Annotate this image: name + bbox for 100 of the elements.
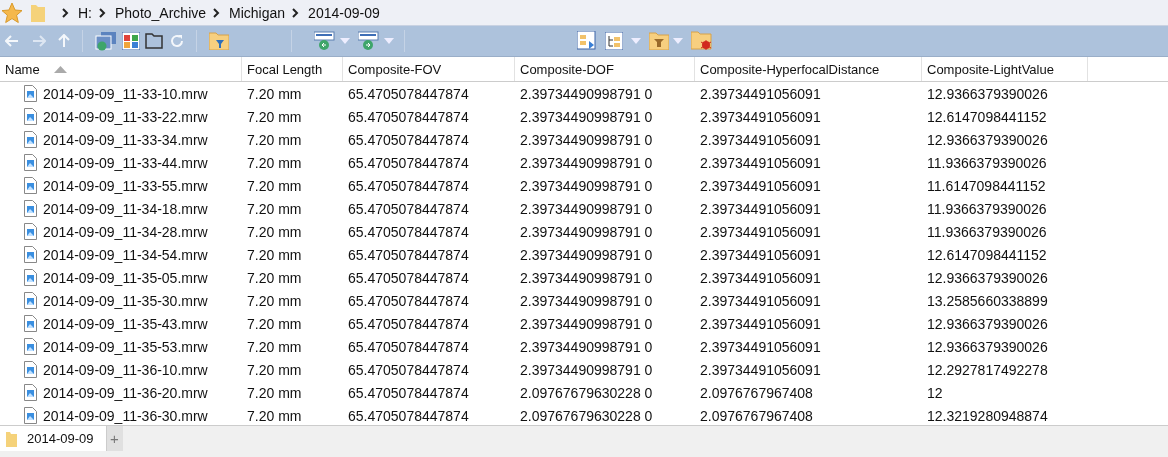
table-cell-text: 13.2585660338899 [926,291,1049,311]
folder-outline-icon[interactable] [145,33,163,49]
caret-icon[interactable] [631,38,641,44]
tiles-icon[interactable] [122,32,140,50]
table-cell-text: 2.0976767967408 [699,406,814,426]
file-name[interactable]: 2014-09-09_11-36-20.mrw [43,384,208,401]
file-name[interactable]: 2014-09-09_11-33-44.mrw [43,154,208,171]
file-name[interactable]: 2014-09-09_11-33-55.mrw [43,177,208,194]
file-name[interactable]: 2014-09-09_11-34-54.mrw [43,246,208,263]
folder-funnel-icon[interactable] [649,32,669,50]
back-arrow-icon[interactable] [5,35,19,47]
table-cell-text: 7.20 mm [246,383,303,403]
up-arrow-icon[interactable] [58,34,70,48]
file-name[interactable]: 2014-09-09_11-35-43.mrw [43,315,208,332]
table-cell-text: 2.39734491056091 [699,268,822,288]
table-cell-text: 65.4705078447874 [347,222,470,242]
table-cell-text: 11.9366379390026 [926,222,1048,242]
caret-icon[interactable] [673,38,683,44]
table-cell-text: 65.4705078447874 [347,383,470,403]
tree-panel-icon[interactable] [577,31,597,51]
table-cell-text: 2.39734491056091 [699,360,822,380]
image-file-icon [24,131,37,148]
table-cell-text: 12.9366379390026 [926,84,1049,104]
drive-forward-icon[interactable] [358,31,380,51]
image-file-icon [24,177,37,194]
table-cell-text: 65.4705078447874 [347,107,470,127]
table-cell-text: 12.2927817492278 [926,360,1049,380]
table-cell-text: 11.6147098441152 [926,176,1047,196]
table-cell-text: 2.0976767967408 [699,383,814,403]
breadcrumb-item[interactable]: Photo_Archive [115,4,207,21]
table-cell-text: 7.20 mm [246,360,303,380]
chevron-icon [212,7,221,18]
breadcrumb-item[interactable]: 2014-09-09 [308,4,380,21]
star-icon[interactable] [1,1,23,24]
table-cell-text: 2.39734490998791 0 [519,153,654,173]
drive-back-icon[interactable] [314,31,336,51]
file-name[interactable]: 2014-09-09_11-34-28.mrw [43,223,208,240]
table-cell-text: 65.4705078447874 [347,153,470,173]
refresh-icon[interactable] [170,34,184,48]
table-cell-text: 2.39734491056091 [699,107,822,127]
table-cell-text: 7.20 mm [246,153,303,173]
breadcrumb-item[interactable]: H: [78,4,92,21]
breadcrumb-item[interactable]: Michigan [229,4,286,21]
column-header[interactable]: Focal Length [242,57,343,81]
table-cell-text: 12.6147098441152 [926,107,1048,127]
table-cell-text: 65.4705078447874 [347,337,470,357]
table-cell-text: 2.39734491056091 [699,84,822,104]
file-name[interactable]: 2014-09-09_11-36-10.mrw [43,361,208,378]
table-cell-text: 7.20 mm [246,199,303,219]
table-cell-text: 12.9366379390026 [926,130,1049,150]
file-name[interactable]: 2014-09-09_11-36-30.mrw [43,407,208,424]
folder-tab[interactable]: 2014-09-09 [0,426,106,451]
file-name[interactable]: 2014-09-09_11-33-10.mrw [43,85,208,102]
image-file-icon [24,407,37,424]
table-cell-text: 65.4705078447874 [347,84,470,104]
table-cell-text: 2.39734491056091 [699,176,822,196]
tree-view-icon[interactable] [605,32,623,50]
table-cell-text: 7.20 mm [246,84,303,104]
image-file-icon [24,85,37,102]
chevron-icon [98,7,106,18]
table-cell-text: 65.4705078447874 [347,314,470,334]
file-name[interactable]: 2014-09-09_11-35-05.mrw [43,269,208,286]
table-cell-text: 11.9366379390026 [926,153,1048,173]
file-name[interactable]: 2014-09-09_11-35-30.mrw [43,292,208,309]
table-cell-text: 65.4705078447874 [347,130,470,150]
folder-bug-icon[interactable] [691,31,713,51]
table-cell-text: 7.20 mm [246,176,303,196]
table-cell-text: 7.20 mm [246,245,303,265]
image-file-icon [24,246,37,263]
image-file-icon [24,338,37,355]
caret-icon[interactable] [340,38,350,44]
caret-icon[interactable] [384,38,394,44]
table-cell-text: 12 [926,383,944,403]
column-header[interactable]: Composite-LightValue [922,57,1088,81]
table-cell-text: 7.20 mm [246,222,303,242]
column-header[interactable]: Name [5,61,40,77]
file-name[interactable]: 2014-09-09_11-33-22.mrw [43,108,208,125]
table-cell-text: 7.20 mm [246,268,303,288]
table-cell-text: 2.39734491056091 [699,245,822,265]
table-cell-text: 7.20 mm [246,291,303,311]
table-cell-text: 2.39734490998791 0 [519,107,654,127]
table-cell-text: 2.39734490998791 0 [519,222,654,242]
file-name[interactable]: 2014-09-09_11-33-34.mrw [43,131,208,148]
column-header[interactable]: Composite-DOF [515,57,695,81]
table-cell-text: 7.20 mm [246,314,303,334]
file-name[interactable]: 2014-09-09_11-34-18.mrw [43,200,208,217]
table-cell-text: 65.4705078447874 [347,245,470,265]
table-cell-text: 2.39734491056091 [699,337,822,357]
image-file-icon [24,384,37,401]
table-cell-text: 65.4705078447874 [347,291,470,311]
table-cell-text: 2.39734491056091 [699,314,822,334]
table-cell-text: 2.39734490998791 0 [519,245,654,265]
image-file-icon [24,108,37,125]
column-header[interactable]: Composite-FOV [343,57,515,81]
file-name[interactable]: 2014-09-09_11-35-53.mrw [43,338,208,355]
table-cell-text: 2.39734490998791 0 [519,337,654,357]
image-file-icon [24,361,37,378]
column-header[interactable]: Composite-HyperfocalDistance [695,57,922,81]
folder-filter-icon[interactable] [209,32,229,50]
table-cell-text: 12.9366379390026 [926,314,1049,334]
